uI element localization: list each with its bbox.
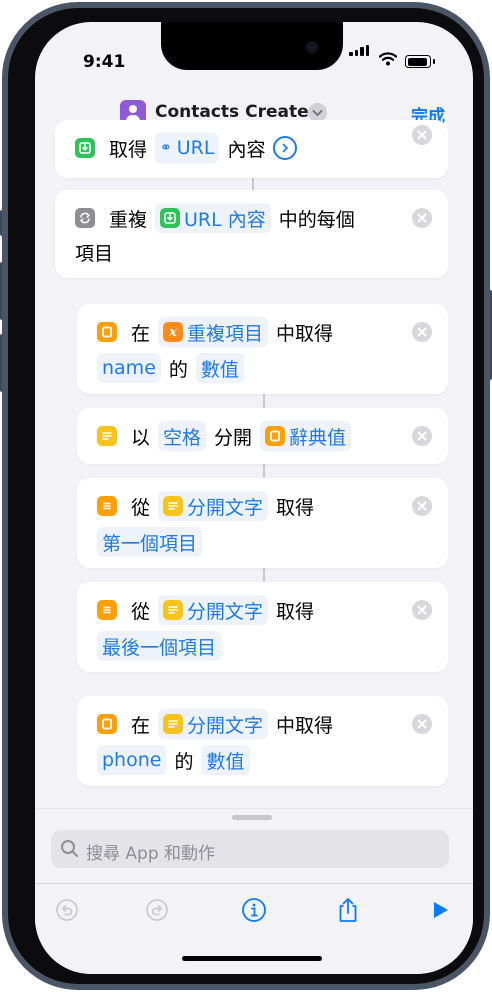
action-text: 以 (131, 426, 151, 449)
flow-connector (252, 178, 254, 190)
battery-icon (405, 55, 435, 68)
close-circle-icon[interactable] (412, 322, 432, 342)
info-icon[interactable] (240, 896, 268, 924)
phone-frame: 9:41 Contacts Create 完成 取得 ⚭ URL 內容 重複 U… (2, 2, 490, 990)
phone-bezel: 9:41 Contacts Create 完成 取得 ⚭ URL 內容 重複 U… (8, 8, 484, 984)
close-circle-icon[interactable] (412, 714, 432, 734)
flow-connector (263, 568, 265, 582)
url-token[interactable]: ⚭ URL (155, 133, 220, 163)
action-text: 中取得 (276, 714, 334, 737)
close-circle-icon[interactable] (412, 600, 432, 620)
status-time: 9:41 (83, 52, 126, 72)
text-lines-icon (163, 714, 184, 734)
text-lines-icon (97, 426, 117, 446)
close-circle-icon[interactable] (412, 426, 432, 446)
item-position-token[interactable]: 第一個項目 (97, 527, 203, 557)
link-icon: ⚭ (160, 140, 172, 156)
search-icon (61, 840, 78, 857)
action-get-last-item[interactable]: 從 分開文字 取得 最後一個項目 (77, 582, 448, 672)
value-token[interactable]: 數值 (201, 745, 250, 775)
download-box-icon (75, 138, 95, 158)
token-label: 分開文字 (187, 600, 264, 623)
download-box-icon (160, 208, 181, 228)
show-more-arrow-icon[interactable] (273, 136, 298, 160)
key-token[interactable]: name (97, 353, 161, 383)
home-indicator (182, 956, 322, 961)
token-label: 重複項目 (187, 322, 264, 345)
list-icon (97, 600, 117, 620)
status-bar: 9:41 (35, 22, 473, 100)
action-text: 內容 (227, 138, 266, 161)
action-text: 重複 (109, 208, 148, 231)
token-label: 辭典值 (289, 426, 347, 449)
value-token[interactable]: 數值 (195, 353, 244, 383)
toolbar (35, 883, 473, 934)
key-token[interactable]: phone (97, 745, 167, 775)
action-get-url-contents[interactable]: 取得 ⚭ URL 內容 (55, 120, 448, 178)
action-repeat-each[interactable]: 重複 URL 內容 中的每個 項目 (55, 190, 448, 278)
flow-connector (263, 464, 265, 478)
action-text: 中的每個 (278, 208, 355, 231)
screen: 9:41 Contacts Create 完成 取得 ⚭ URL 內容 重複 U… (35, 22, 473, 974)
close-circle-icon[interactable] (412, 208, 432, 228)
search-field[interactable]: 搜尋 App 和動作 (51, 830, 449, 868)
action-text: 中取得 (276, 322, 334, 345)
dictionary-value-token[interactable]: 辭典值 (260, 421, 352, 451)
item-position-token[interactable]: 最後一個項目 (97, 631, 222, 661)
close-circle-icon[interactable] (412, 496, 432, 516)
action-text: 從 (131, 496, 151, 519)
dictionary-icon (97, 714, 117, 734)
action-split-text[interactable]: 以 空格 分開 辭典值 (77, 408, 448, 464)
action-get-dictionary-value-name[interactable]: 在 x 重複項目 中取得 name 的 數值 (77, 304, 448, 394)
text-lines-icon (163, 600, 184, 620)
wifi-icon (379, 52, 397, 66)
token-label: URL (176, 137, 215, 159)
play-icon[interactable] (426, 896, 454, 924)
split-text-token[interactable]: 分開文字 (158, 491, 269, 521)
action-text: 的 (168, 358, 188, 381)
flow-connector (263, 394, 265, 408)
token-label: 分開文字 (187, 496, 264, 519)
share-icon[interactable] (334, 896, 362, 924)
split-text-token[interactable]: 分開文字 (158, 595, 269, 625)
action-text: 的 (174, 750, 194, 773)
action-text: 分開 (214, 426, 253, 449)
dictionary-icon (97, 322, 117, 342)
undo-icon[interactable] (53, 896, 81, 924)
action-text: 取得 (276, 600, 315, 623)
action-text: 從 (131, 600, 151, 623)
action-text: 取得 (276, 496, 315, 519)
shortcut-title[interactable]: Contacts Create (155, 102, 309, 122)
text-lines-icon (163, 496, 184, 516)
list-icon (97, 496, 117, 516)
redo-icon[interactable] (143, 896, 171, 924)
action-text: 取得 (109, 138, 148, 161)
notch (161, 22, 343, 70)
action-text: 在 (131, 322, 151, 345)
action-get-first-item[interactable]: 從 分開文字 取得 第一個項目 (77, 478, 448, 568)
repeat-item-token[interactable]: x 重複項目 (158, 317, 269, 347)
url-contents-token[interactable]: URL 內容 (155, 203, 271, 233)
sheet-grabber[interactable] (232, 815, 272, 820)
separator-token[interactable]: 空格 (158, 421, 207, 451)
camera-icon (306, 41, 318, 53)
token-label: 分開文字 (187, 714, 264, 737)
action-text: 在 (131, 714, 151, 737)
action-search-sheet: 搜尋 App 和動作 (35, 808, 473, 974)
variable-x-icon: x (163, 322, 184, 342)
action-text: 項目 (75, 242, 114, 265)
repeat-arrows-icon (75, 208, 95, 228)
split-text-token[interactable]: 分開文字 (158, 709, 269, 739)
search-placeholder: 搜尋 App 和動作 (86, 844, 216, 864)
dictionary-icon (265, 426, 286, 446)
action-get-dictionary-value-phone[interactable]: 在 分開文字 中取得 phone 的 數值 (77, 696, 448, 786)
token-label: URL 內容 (184, 208, 266, 231)
close-circle-icon[interactable] (412, 125, 432, 145)
